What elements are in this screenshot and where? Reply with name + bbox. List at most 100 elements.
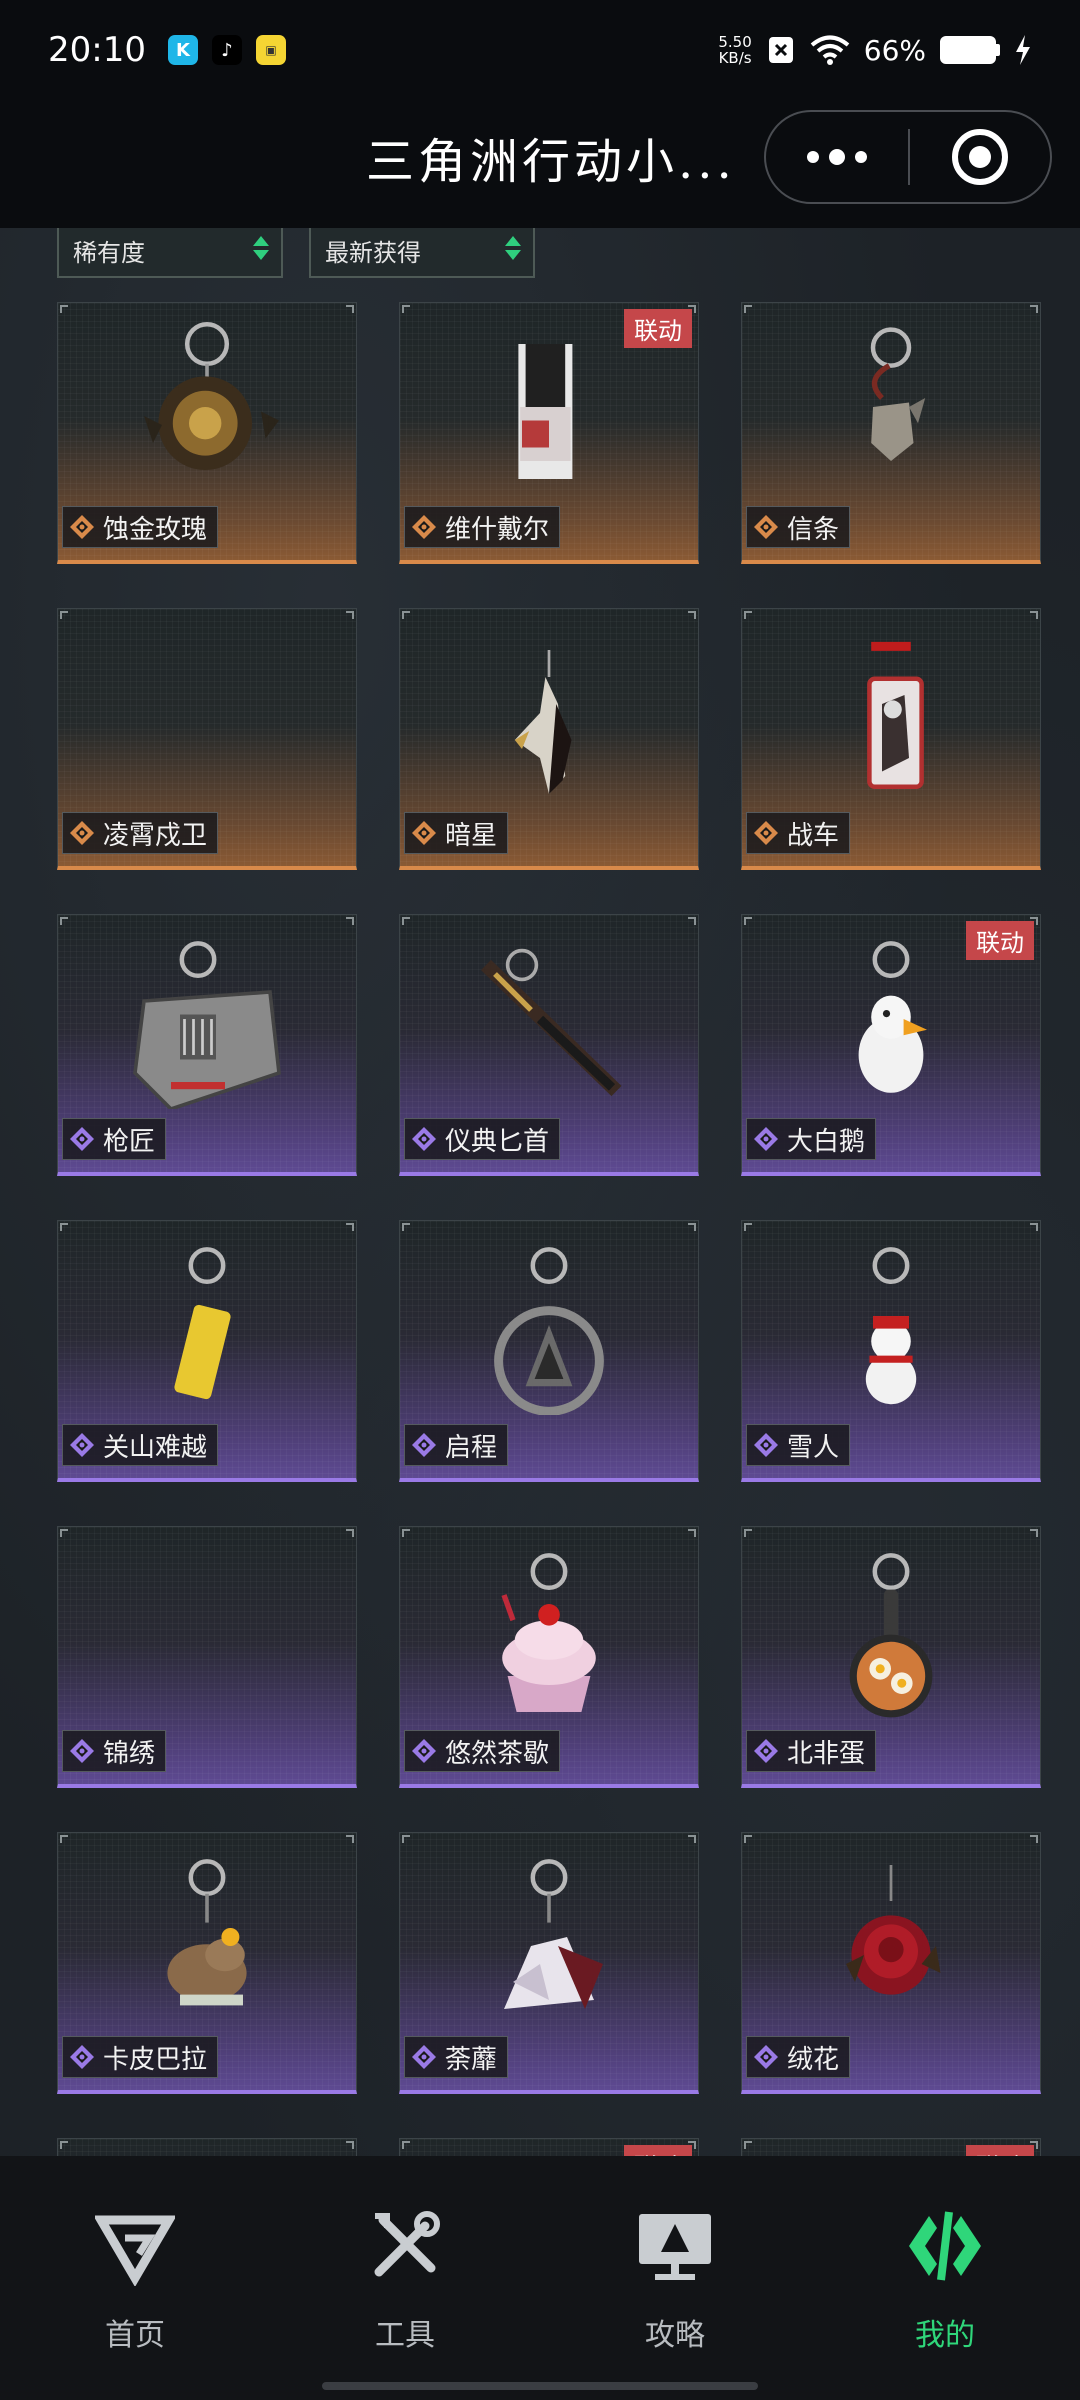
item-card[interactable]: 荼蘼: [399, 1832, 699, 2094]
item-card[interactable]: 联动: [741, 2138, 1041, 2156]
item-card[interactable]: 启程: [399, 1220, 699, 1482]
item-name-tag: 卡皮巴拉: [62, 2036, 219, 2078]
more-options-button[interactable]: [766, 112, 908, 202]
item-card[interactable]: 蚀金玫瑰: [57, 302, 357, 564]
card-corner: [744, 2141, 752, 2149]
item-name-tag: 荼蘼: [404, 2036, 509, 2078]
close-mini-program-button[interactable]: [910, 129, 1050, 185]
item-card[interactable]: 联动维什戴尔: [399, 302, 699, 564]
battery-percent: 66%: [863, 33, 926, 67]
nav-guide[interactable]: 攻略: [595, 2206, 755, 2354]
rarity-diamond-icon: [412, 1127, 436, 1151]
card-corner: [346, 1835, 354, 1843]
card-corner: [60, 1529, 68, 1537]
card-corner: [688, 611, 696, 619]
target-close-icon: [952, 129, 1008, 185]
item-name: 维什戴尔: [445, 514, 550, 545]
item-name: 锦绣: [103, 1738, 156, 1769]
item-name-tag: 维什戴尔: [404, 506, 561, 548]
sort-arrows-icon: [505, 236, 521, 264]
item-card[interactable]: 绒花: [741, 1832, 1041, 2094]
tarot-keychain-icon: [867, 641, 924, 790]
case-keychain-icon: [133, 941, 281, 1109]
item-name: 蚀金玫瑰: [103, 514, 208, 545]
capybara-keychain-icon: [167, 1859, 247, 2006]
hook-keychain-icon: [870, 327, 926, 461]
card-corner: [744, 1223, 752, 1231]
kuaishou-app-icon: K: [167, 35, 198, 65]
rarity-diamond-icon: [754, 1739, 778, 1763]
item-name-tag: 关山难越: [62, 1424, 219, 1466]
item-name: 凌霄戍卫: [103, 820, 208, 851]
item-card[interactable]: 联动 大白鹅: [741, 914, 1041, 1176]
page-title: 三角洲行动小...: [366, 134, 736, 190]
rarity-diamond-icon: [412, 515, 436, 539]
item-card[interactable]: 联动: [399, 2138, 699, 2156]
tools-icon: [374, 2211, 440, 2277]
card-corner: [688, 1223, 696, 1231]
medal-keychain-icon: [494, 1247, 604, 1415]
rarity-diamond-icon: [754, 821, 778, 845]
rarity-diamond-icon: [412, 1433, 436, 1457]
card-corner: [60, 305, 68, 313]
card-corner: [402, 611, 410, 619]
rarity-diamond-icon: [70, 1739, 94, 1763]
item-card[interactable]: 雪人: [741, 1220, 1041, 1482]
card-corner: [60, 1835, 68, 1843]
item-card[interactable]: 暗星: [399, 608, 699, 870]
item-name: 仪典匕首: [445, 1126, 550, 1157]
sort-filter-dropdown[interactable]: 最新获得: [309, 228, 535, 278]
card-corner: [346, 2141, 354, 2149]
nav-tools[interactable]: 工具: [325, 2206, 485, 2354]
item-card[interactable]: 仪典匕首: [399, 914, 699, 1176]
item-name-tag: 绒花: [746, 2036, 851, 2078]
cupcake-keychain-icon: [501, 1553, 596, 1712]
card-corner: [60, 2141, 68, 2149]
item-card[interactable]: 凌霄戍卫: [57, 608, 357, 870]
item-name-tag: 蚀金玫瑰: [62, 506, 219, 548]
sim-off-icon: [768, 37, 793, 63]
guide-monitor-icon: [639, 2214, 711, 2280]
card-corner: [744, 1835, 752, 1843]
item-name-tag: 信条: [746, 506, 851, 548]
mini-program-header: 三角洲行动小...: [0, 100, 1080, 228]
card-corner: [1030, 305, 1038, 313]
item-name: 卡皮巴拉: [103, 2044, 208, 2075]
nav-home[interactable]: 首页: [55, 2206, 215, 2354]
item-name: 信条: [787, 514, 840, 545]
card-corner: [60, 1223, 68, 1231]
card-corner: [744, 305, 752, 313]
item-card[interactable]: 北非蛋: [741, 1526, 1041, 1788]
more-dot-icon: [855, 151, 867, 163]
collection-content[interactable]: 蚀金玫瑰 联动 维什戴尔 信条 凌霄戍卫 暗星 战车 枪匠 仪典匕首 联动 大白鹅 关山难越 启程 雪人锦…: [0, 228, 1080, 2156]
tiktok-app-icon: ♪: [211, 35, 242, 65]
nav-profile[interactable]: 我的: [865, 2206, 1025, 2354]
item-name-tag: 雪人: [746, 1424, 851, 1466]
card-corner: [60, 611, 68, 619]
item-card[interactable]: 战车: [741, 608, 1041, 870]
item-name: 大白鹅: [787, 1126, 866, 1157]
item-name-tag: 凌霄戍卫: [62, 812, 219, 854]
item-card[interactable]: [57, 2138, 357, 2156]
rarity-diamond-icon: [754, 515, 778, 539]
item-card[interactable]: 枪匠: [57, 914, 357, 1176]
card-corner: [1030, 1529, 1038, 1537]
item-card[interactable]: 锦绣: [57, 1526, 357, 1788]
item-card[interactable]: 关山难越: [57, 1220, 357, 1482]
card-corner: [346, 305, 354, 313]
collab-badge: 联动: [624, 309, 692, 348]
item-name-tag: 大白鹅: [746, 1118, 877, 1160]
item-name-tag: 锦绣: [62, 1730, 167, 1772]
card-corner: [1030, 1835, 1038, 1843]
rarity-diamond-icon: [70, 2045, 94, 2069]
nav-home-label: 首页: [105, 2318, 165, 2353]
net-speed-value: 5.50: [718, 33, 752, 51]
rarity-filter-dropdown[interactable]: 稀有度: [57, 228, 283, 278]
item-card[interactable]: 信条: [741, 302, 1041, 564]
can-keychain-icon: [174, 1247, 231, 1400]
rarity-diamond-icon: [754, 1433, 778, 1457]
item-card[interactable]: 悠然茶歇: [399, 1526, 699, 1788]
card-corner: [346, 1223, 354, 1231]
battery-icon: [940, 36, 1000, 64]
item-card[interactable]: 卡皮巴拉: [57, 1832, 357, 2094]
